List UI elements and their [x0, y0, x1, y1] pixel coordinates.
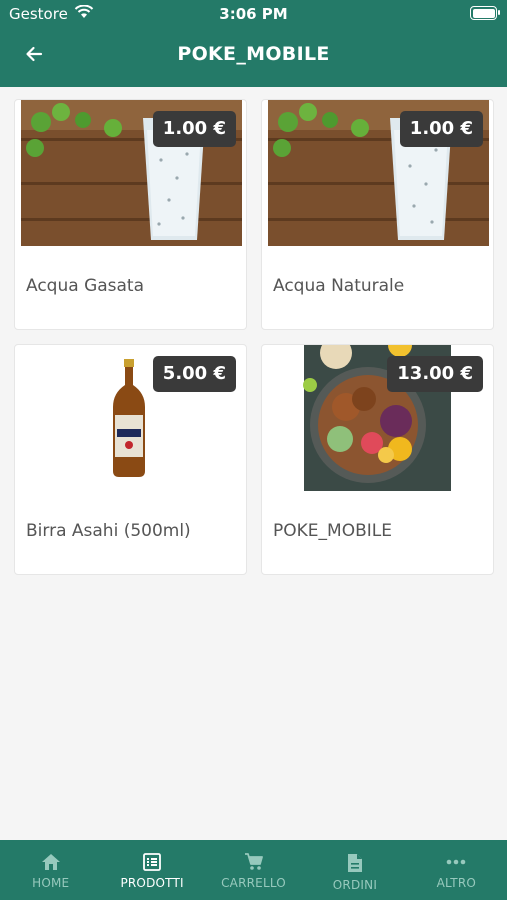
tab-altro-label: ALTRO	[436, 876, 476, 890]
tab-prodotti-label: PRODOTTI	[120, 876, 184, 890]
price-badge: 1.00 €	[399, 111, 483, 147]
product-card[interactable]: 5.00 € Birra Asahi (500ml)	[14, 344, 247, 575]
app-header: Gestore 3:06 PM POKE_MOBILE	[0, 0, 507, 87]
battery-icon	[470, 6, 500, 20]
product-name: Acqua Naturale	[273, 276, 405, 296]
page-title: POKE_MOBILE	[177, 43, 330, 65]
tab-carrello[interactable]: CARRELLO	[203, 840, 304, 900]
tab-carrello-label: CARRELLO	[221, 876, 286, 890]
more-icon	[445, 853, 467, 871]
product-card[interactable]: 1.00 € Acqua Gasata	[14, 99, 247, 330]
product-card[interactable]: 13.00 € POKE_MOBILE	[261, 344, 494, 575]
bottom-tab-bar: HOME PRODOTTI CARRELLO ORDINI ALTRO	[0, 840, 507, 900]
tab-home[interactable]: HOME	[0, 840, 101, 900]
status-time: 3:06 PM	[219, 5, 288, 23]
document-icon	[347, 853, 363, 873]
price-badge: 5.00 €	[152, 356, 236, 392]
status-bar: Gestore 3:06 PM	[0, 0, 507, 28]
list-icon	[143, 853, 162, 871]
tab-ordini[interactable]: ORDINI	[304, 840, 405, 900]
tab-ordini-label: ORDINI	[332, 878, 378, 892]
cart-icon	[244, 853, 264, 871]
price-badge: 1.00 €	[152, 111, 236, 147]
home-icon	[41, 853, 61, 871]
tab-home-label: HOME	[32, 876, 70, 890]
tab-prodotti[interactable]: PRODOTTI	[101, 840, 202, 900]
product-grid: 1.00 € Acqua Gasata 1.00 € Acqua Natural…	[14, 99, 494, 575]
product-name: POKE_MOBILE	[273, 521, 392, 541]
product-name: Birra Asahi (500ml)	[26, 521, 191, 541]
product-name: Acqua Gasata	[26, 276, 145, 296]
tab-altro[interactable]: ALTRO	[406, 840, 507, 900]
price-badge: 13.00 €	[387, 356, 483, 392]
product-card[interactable]: 1.00 € Acqua Naturale	[261, 99, 494, 330]
